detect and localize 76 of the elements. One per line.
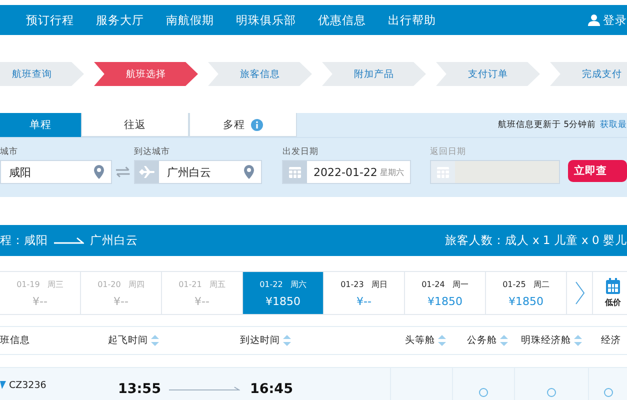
field-label: 出发日期 bbox=[282, 146, 320, 158]
airline-logo-icon bbox=[0, 381, 6, 389]
date-price: ¥1850 bbox=[428, 294, 462, 308]
fare-radio[interactable] bbox=[479, 388, 488, 396]
passenger-count: 旅客人数：成人 x 1 儿童 x 0 婴儿 bbox=[444, 233, 627, 248]
progress-step: 支付订单 bbox=[436, 62, 540, 86]
calendar-icon bbox=[289, 166, 302, 178]
calendar-icon bbox=[606, 278, 620, 294]
nav-link[interactable]: 明珠俱乐部 bbox=[236, 12, 296, 28]
date-label: 01-22 周六 bbox=[260, 278, 306, 290]
sort-icon[interactable] bbox=[574, 335, 582, 346]
trip-type-tab[interactable]: 往返 bbox=[81, 113, 189, 137]
column-header: 公务舱 bbox=[467, 334, 497, 347]
nav-link[interactable]: 南航假期 bbox=[166, 12, 214, 28]
fare-radio[interactable] bbox=[604, 388, 612, 396]
sort-icon[interactable] bbox=[283, 335, 291, 346]
date-price: ¥-- bbox=[194, 294, 210, 308]
column-header: 经济 bbox=[601, 334, 621, 347]
progress-step: 航班选择 bbox=[94, 62, 198, 86]
date-label: 01-20 周四 bbox=[98, 278, 144, 290]
refresh-link[interactable]: 获取最 bbox=[600, 119, 627, 131]
date-price: ¥-- bbox=[114, 294, 128, 308]
date-label: 01-21 周五 bbox=[178, 278, 226, 290]
arrival-time: 16:45 bbox=[250, 381, 293, 397]
date-label: 01-23 周日 bbox=[340, 278, 388, 290]
date-price: ¥1850 bbox=[266, 294, 300, 308]
column-header: 班信息 bbox=[0, 334, 30, 347]
field-label: 到达城市 bbox=[134, 146, 171, 158]
progress-step: 完成支付 bbox=[550, 62, 627, 86]
field-label: 城市 bbox=[0, 146, 19, 158]
progress-step: 航班查询 bbox=[0, 62, 84, 86]
date-tab[interactable]: 01-22 周六 ¥1850 bbox=[243, 272, 324, 314]
nav-link[interactable]: 出行帮助 bbox=[388, 12, 436, 28]
field-label: 返回日期 bbox=[430, 146, 468, 158]
date-price: ¥-- bbox=[356, 294, 372, 308]
sort-icon[interactable] bbox=[500, 335, 508, 346]
departure-city-field[interactable]: 咸阳 bbox=[0, 160, 112, 184]
date-label: 01-24 周一 bbox=[422, 278, 468, 290]
trip-type-tab[interactable]: 单程 bbox=[0, 113, 81, 137]
weekday-label: 星期六 bbox=[380, 166, 404, 178]
date-tab[interactable]: 01-24 周一 ¥1850 bbox=[405, 272, 486, 314]
plane-icon bbox=[138, 166, 155, 178]
date-price: ¥-- bbox=[32, 294, 48, 308]
date-price: ¥1850 bbox=[508, 294, 544, 308]
search-button[interactable]: 立即查 bbox=[568, 160, 627, 182]
sort-icon[interactable] bbox=[151, 335, 159, 346]
nav-link[interactable]: 优惠信息 bbox=[318, 12, 366, 28]
departure-date-field[interactable]: 2022-01-22 星期六 bbox=[282, 160, 412, 184]
swap-icon[interactable] bbox=[115, 166, 131, 178]
route-destination: 广州白云 bbox=[90, 233, 138, 248]
route-label: 程：咸阳 bbox=[0, 233, 48, 248]
column-header: 头等舱 bbox=[405, 334, 435, 347]
info-icon bbox=[251, 118, 263, 130]
login-link[interactable]: 登录 bbox=[588, 12, 627, 28]
arrival-city-field[interactable]: 广州白云 bbox=[134, 160, 262, 184]
nav-link[interactable]: 预订行程 bbox=[26, 12, 74, 28]
nav-link[interactable]: 服务大厅 bbox=[96, 12, 144, 28]
location-pin-icon bbox=[94, 165, 104, 179]
fare-radio[interactable] bbox=[547, 388, 556, 396]
column-header: 明珠经济舱 bbox=[521, 334, 571, 347]
sort-icon[interactable] bbox=[438, 335, 446, 346]
chevron-right-icon bbox=[574, 281, 584, 305]
trip-type-tab[interactable]: 多程 bbox=[189, 113, 297, 137]
flight-number: CZ3236 bbox=[9, 380, 46, 390]
update-note: 航班信息更新于 5分钟前 bbox=[498, 119, 596, 131]
date-label: 01-25 周二 bbox=[502, 278, 550, 290]
departure-time: 13:55 bbox=[118, 381, 161, 397]
location-pin-icon bbox=[244, 165, 254, 179]
progress-step: 旅客信息 bbox=[208, 62, 312, 86]
date-label: 01-19 周三 bbox=[16, 278, 64, 290]
column-header: 到达时间 bbox=[240, 334, 280, 347]
calendar-icon bbox=[437, 166, 450, 178]
date-tab[interactable]: 01-23 周日 ¥-- bbox=[324, 272, 405, 314]
progress-step: 附加产品 bbox=[322, 62, 426, 86]
column-header: 起飞时间 bbox=[108, 334, 148, 347]
user-icon bbox=[588, 14, 600, 26]
